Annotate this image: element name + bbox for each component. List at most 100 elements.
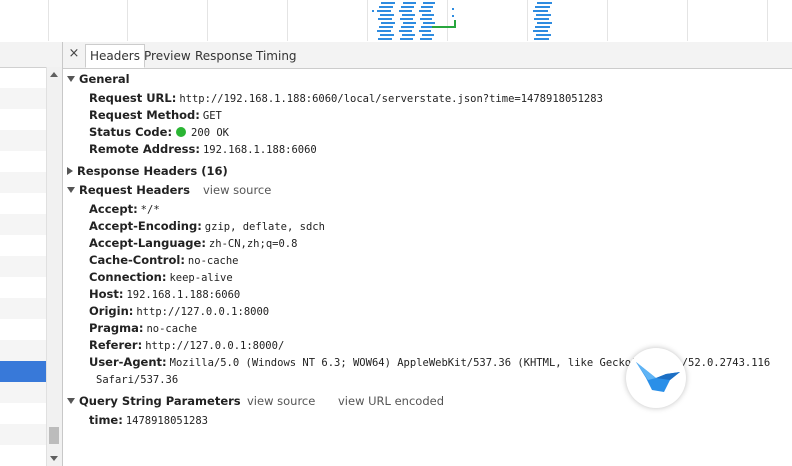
timeline-bar	[537, 22, 552, 24]
request-list[interactable]	[0, 42, 63, 466]
timeline-bar	[378, 18, 392, 20]
timeline-bar	[419, 10, 431, 12]
timeline-bar	[536, 14, 551, 16]
row-value: GET	[202, 110, 222, 122]
timeline-bar	[420, 38, 432, 40]
response-headers-title: Response Headers (16)	[77, 164, 228, 178]
timeline-bar	[452, 8, 454, 10]
close-icon[interactable]: ×	[67, 46, 81, 62]
timeline-bar	[537, 2, 552, 4]
row-value: 200 OK	[191, 127, 229, 139]
bird-logo-badge[interactable]	[626, 348, 686, 408]
row-key: Accept:	[89, 202, 138, 216]
timeline-divider	[607, 0, 608, 41]
request-row[interactable]	[0, 403, 46, 424]
request-row[interactable]	[0, 256, 46, 277]
query-view-source-link[interactable]: view source	[247, 393, 315, 409]
timeline-bar	[400, 18, 413, 20]
bird-logo-icon	[636, 362, 680, 392]
scroll-down-icon[interactable]	[50, 456, 58, 461]
request-header-row: Cache-Control: no-cache	[89, 252, 239, 268]
timeline-bar	[377, 30, 391, 32]
request-list-scrollbar[interactable]	[46, 67, 62, 466]
timeline-bar	[533, 30, 548, 32]
request-row[interactable]	[0, 130, 46, 151]
request-row[interactable]	[0, 235, 46, 256]
timeline-divider	[207, 0, 208, 41]
row-value: Safari/537.36	[96, 374, 179, 386]
request-row[interactable]	[0, 298, 46, 319]
query-view-url-encoded-link[interactable]: view URL encoded	[338, 393, 444, 409]
scrollbar-thumb[interactable]	[49, 427, 59, 444]
query-string-title: Query String Parameters	[79, 394, 241, 408]
request-row[interactable]	[0, 277, 46, 298]
timeline-bar-green	[454, 20, 456, 28]
timeline-bar	[381, 2, 395, 4]
timeline-bar	[536, 34, 551, 36]
request-row[interactable]	[0, 445, 46, 466]
request-row[interactable]	[0, 382, 46, 403]
timeline-bar	[381, 22, 395, 24]
detail-tab-bar: × Headers Preview Response Timing	[63, 42, 792, 69]
timeline-divider	[447, 0, 448, 41]
row-value: keep-alive	[169, 272, 233, 284]
tab-timing[interactable]: Timing	[252, 45, 301, 67]
request-row[interactable]	[0, 88, 46, 109]
row-key: Request URL:	[89, 91, 177, 105]
timeline-bar	[379, 26, 393, 28]
timeline-bar	[401, 26, 414, 28]
row-key: time:	[89, 413, 123, 427]
timeline-divider	[367, 0, 368, 41]
request-headers-section-header[interactable]: Request Headers	[67, 182, 190, 198]
row-value: http://127.0.0.1:8000/	[145, 340, 285, 352]
triangle-right-icon	[67, 166, 73, 175]
timeline-bar	[423, 22, 435, 24]
timeline-bar	[533, 10, 548, 12]
request-row[interactable]	[0, 193, 46, 214]
tab-response[interactable]: Response	[191, 45, 257, 67]
request-row[interactable]	[0, 214, 46, 235]
request-row[interactable]	[0, 340, 46, 361]
timeline-bar	[380, 14, 394, 16]
request-row[interactable]	[0, 424, 46, 445]
timeline-bar	[377, 10, 391, 12]
timeline-bar	[421, 6, 433, 8]
row-key: Cache-Control:	[89, 253, 185, 267]
request-row-selected[interactable]	[0, 361, 46, 382]
request-row[interactable]	[0, 172, 46, 193]
timeline-bar	[399, 10, 412, 12]
request-row[interactable]	[0, 319, 46, 340]
row-value: gzip, deflate, sdch	[204, 221, 325, 233]
row-key: Referer:	[89, 338, 143, 352]
row-value: 192.168.1.188:6060	[126, 289, 241, 301]
timeline-bar	[402, 14, 415, 16]
tab-headers[interactable]: Headers	[85, 44, 145, 68]
tab-preview[interactable]: Preview	[140, 45, 195, 67]
request-header-row: Accept-Encoding: gzip, deflate, sdch	[89, 218, 325, 234]
network-timeline-overview[interactable]	[0, 0, 792, 43]
row-key: Accept-Encoding:	[89, 219, 202, 233]
request-row[interactable]	[0, 67, 46, 88]
response-headers-section-header[interactable]: Response Headers (16)	[67, 163, 228, 179]
request-row[interactable]	[0, 109, 46, 130]
request-header-row: Accept: */*	[89, 201, 160, 217]
row-key: Remote Address:	[89, 142, 200, 156]
general-title: General	[79, 72, 130, 86]
request-headers-view-source-link[interactable]: view source	[203, 182, 271, 198]
general-row-request-method: Request Method: GET	[89, 107, 222, 123]
timeline-bar	[402, 34, 415, 36]
row-key: Host:	[89, 287, 124, 301]
timeline-bar	[403, 22, 416, 24]
request-row[interactable]	[0, 151, 46, 172]
timeline-bar	[452, 15, 454, 17]
timeline-bar	[534, 18, 549, 20]
query-string-section-header[interactable]: Query String Parameters	[67, 393, 241, 409]
row-value: 192.168.1.188:6060	[202, 144, 317, 156]
request-list-header	[0, 42, 62, 68]
row-value: no-cache	[146, 323, 198, 335]
general-section-header[interactable]: General	[67, 71, 130, 87]
scroll-up-icon[interactable]	[50, 72, 58, 77]
timeline-bar	[535, 6, 550, 8]
row-key: Accept-Language:	[89, 236, 206, 250]
request-headers-title: Request Headers	[79, 183, 190, 197]
